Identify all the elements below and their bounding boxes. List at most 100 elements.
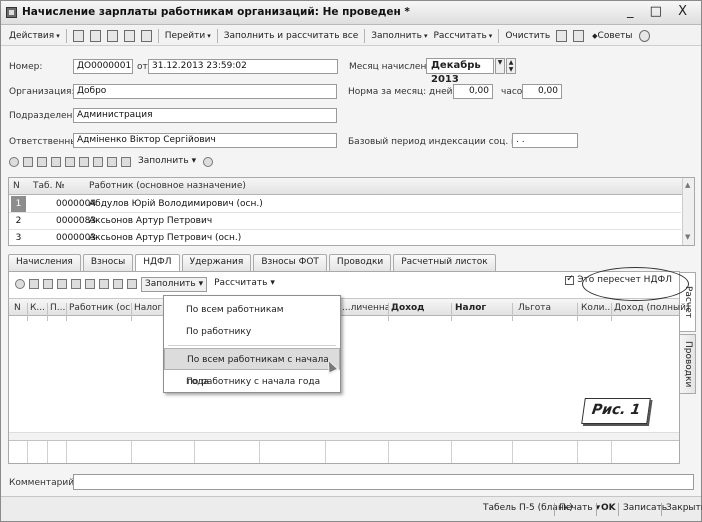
comment-field[interactable] <box>73 474 694 490</box>
recalc-ndfl-checkbox[interactable]: Это пересчет НДФЛ <box>565 274 672 285</box>
menu-item-by-employee-ytd[interactable]: По работнику с начала года <box>164 371 340 393</box>
responsible-field[interactable]: Адміненко Віктор Сергійович <box>73 133 337 148</box>
menu-item-by-employee[interactable]: По работнику <box>164 321 340 343</box>
tab-accruals[interactable]: Начисления <box>8 254 81 271</box>
move-down-icon[interactable] <box>93 157 103 167</box>
checkbox-checked-icon[interactable] <box>565 274 575 285</box>
move-up-icon[interactable] <box>85 279 95 289</box>
tab-contributions[interactable]: Взносы <box>82 254 134 271</box>
sort-asc-icon[interactable] <box>107 157 117 167</box>
tab-payslip[interactable]: Расчетный листок <box>393 254 496 271</box>
menu-item-all-employees-ytd[interactable]: По всем работникам с начала года <box>164 348 340 387</box>
column-header[interactable]: Коли... <box>581 303 613 313</box>
table-row[interactable]: 1 0000004 Абдулов Юрій Володимирович (ос… <box>9 196 681 213</box>
end-edit-icon[interactable] <box>71 279 81 289</box>
column-header[interactable]: Доход (полный) <box>614 303 689 313</box>
column-header[interactable]: Доход <box>391 303 424 313</box>
move-down-icon[interactable] <box>99 279 109 289</box>
base-period-field[interactable]: . . <box>512 133 578 148</box>
vertical-scrollbar[interactable]: ▲ ▼ <box>682 178 694 245</box>
org-field[interactable]: Добро <box>73 84 337 99</box>
window-controls[interactable]: _ □ X <box>627 4 693 19</box>
column-header[interactable]: Таб. № <box>33 181 65 191</box>
tips-button[interactable]: ◆ Советы <box>587 28 635 44</box>
goto-menu[interactable]: Перейти ▾ <box>162 28 214 44</box>
help-icon[interactable] <box>638 29 650 42</box>
add-icon[interactable] <box>15 279 25 289</box>
chevron-down-icon: ▾ <box>423 31 428 40</box>
column-header[interactable]: П... <box>50 303 66 313</box>
copy-icon[interactable] <box>23 157 33 167</box>
column-header[interactable]: Работник (осн... <box>69 303 131 313</box>
scroll-down-icon[interactable]: ▼ <box>685 233 690 241</box>
month-field[interactable]: Декабрь 2013 <box>426 58 494 85</box>
scroll-up-icon[interactable]: ▲ <box>685 181 690 189</box>
tab-ndfl[interactable]: НДФЛ <box>135 254 180 272</box>
window-title: Начисление зарплаты работникам организац… <box>22 6 410 18</box>
new-document-icon[interactable] <box>72 29 84 42</box>
delete-icon[interactable] <box>57 279 67 289</box>
org-label: Организация: <box>9 87 75 97</box>
person-icon[interactable] <box>203 157 214 167</box>
actions-menu[interactable]: Действия ▾ <box>6 28 63 44</box>
refresh-icon[interactable] <box>106 29 118 42</box>
list-icon[interactable] <box>573 29 585 42</box>
calculate-menu[interactable]: Рассчитать ▾ <box>430 28 495 44</box>
add-icon[interactable] <box>9 157 19 167</box>
column-header[interactable]: N <box>13 181 20 191</box>
fill-menu[interactable]: Заполнить ▾ <box>368 28 430 44</box>
column-header[interactable]: Налоги <box>134 303 164 313</box>
title-bar: Начисление зарплаты работникам организац… <box>1 1 701 25</box>
date-field[interactable]: 31.12.2013 23:59:02 <box>148 59 338 74</box>
menu-item-all-employees[interactable]: По всем работникам <box>164 299 340 321</box>
post-document-icon[interactable] <box>123 29 135 42</box>
side-tab-calculation[interactable]: Расчет <box>680 272 696 332</box>
column-header[interactable]: ...личенная ... <box>342 303 388 313</box>
fill-calc-all-button[interactable]: Заполнить и рассчитать все <box>221 28 362 44</box>
column-header[interactable]: К... <box>30 303 46 313</box>
dept-field[interactable]: Администрация <box>73 108 337 123</box>
column-header[interactable]: Льгота <box>518 303 551 313</box>
sort-asc-icon[interactable] <box>113 279 123 289</box>
horizontal-scrollbar[interactable] <box>9 432 679 440</box>
comment-label: Комментарий: <box>9 478 78 488</box>
edit-icon[interactable] <box>43 279 53 289</box>
column-header[interactable]: Работник (основное назначение) <box>89 181 246 191</box>
tab-deductions[interactable]: Удержания <box>181 254 252 271</box>
ndfl-fill-menu[interactable]: Заполнить ▾ <box>141 276 208 292</box>
norm-days-field[interactable]: 0,00 <box>453 84 493 99</box>
tab-postings[interactable]: Проводки <box>328 254 392 271</box>
ok-button[interactable]: OK <box>601 503 616 513</box>
side-tab-postings[interactable]: Проводки <box>680 334 696 394</box>
close-button[interactable]: Закрыть <box>666 503 702 513</box>
toolbar-divider <box>65 28 67 43</box>
table-row[interactable]: 3 0000003 Аксьонов Артур Петрович (осн.) <box>9 230 681 245</box>
print-menu[interactable]: Печать ▾ <box>559 503 600 513</box>
move-up-icon[interactable] <box>79 157 89 167</box>
clear-button[interactable]: Очистить <box>502 28 553 44</box>
tab-fot-contributions[interactable]: Взносы ФОТ <box>253 254 327 271</box>
bottom-bar: Табель П-5 (бланк) Печать ▾ OK Записать … <box>1 496 702 521</box>
ndfl-calculate-menu[interactable]: Рассчитать ▾ <box>211 277 278 292</box>
month-dropdown-button[interactable]: ▼ <box>495 58 505 74</box>
ndfl-table-header: N К... П... Работник (осн... Налоги ...л… <box>9 298 689 321</box>
copy-icon[interactable] <box>29 279 39 289</box>
month-spinner[interactable]: ▲ ▼ <box>506 58 516 74</box>
copy-document-icon[interactable] <box>89 29 101 42</box>
toolbar-divider <box>364 28 366 43</box>
sort-icon[interactable] <box>556 29 568 42</box>
column-header[interactable]: Налог <box>455 303 486 313</box>
sort-desc-icon[interactable] <box>127 279 137 289</box>
number-field[interactable]: ДО00000013 <box>73 59 133 74</box>
ndfl-panel: Заполнить ▾ Рассчитать ▾ Это пересчет НД… <box>8 271 689 464</box>
structure-icon[interactable] <box>140 29 152 42</box>
chevron-down-icon: ▾ <box>198 278 204 289</box>
delete-icon[interactable] <box>51 157 61 167</box>
column-header[interactable]: N <box>14 303 21 313</box>
sort-desc-icon[interactable] <box>121 157 131 167</box>
upper-fill-menu[interactable]: Заполнить ▾ <box>135 155 199 170</box>
norm-hours-field[interactable]: 0,00 <box>522 84 562 99</box>
end-edit-icon[interactable] <box>65 157 75 167</box>
edit-icon[interactable] <box>37 157 47 167</box>
table-row[interactable]: 2 0000083 Аксьонов Артур Петрович <box>9 213 681 230</box>
